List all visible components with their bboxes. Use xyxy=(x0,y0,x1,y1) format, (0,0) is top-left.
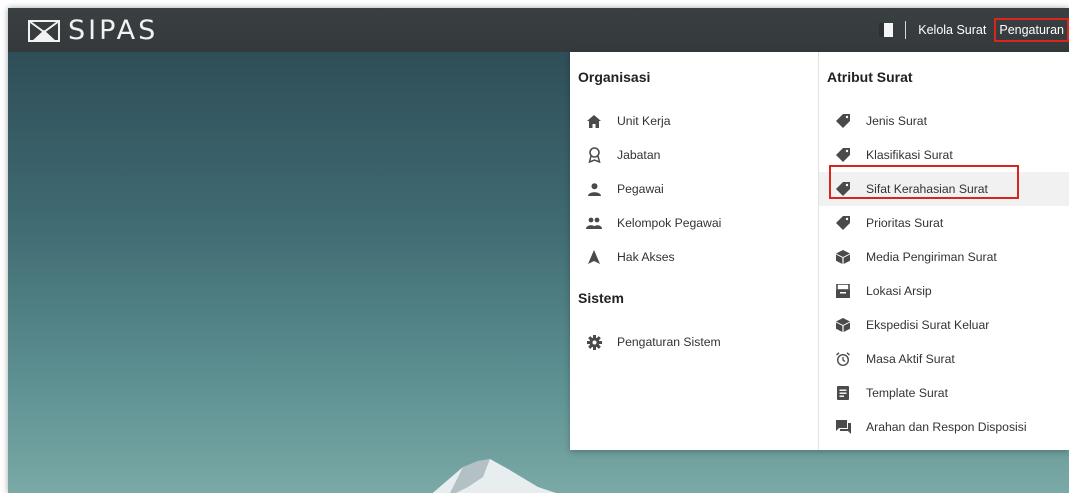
menu-item-label: Unit Kerja xyxy=(617,114,671,128)
navbar-actions: Kelola Surat Pengaturan xyxy=(879,8,1069,52)
menu-item-label: Lokasi Arsip xyxy=(866,284,932,298)
menu-item-media-pengiriman-surat[interactable]: Media Pengiriman Surat xyxy=(819,240,1069,274)
menu-column-right: Atribut Surat Jenis Surat Klasifikasi Su… xyxy=(819,52,1069,450)
menu-item-ekspedisi-surat-keluar[interactable]: Ekspedisi Surat Keluar xyxy=(819,308,1069,342)
person-icon xyxy=(586,181,602,197)
archive-icon xyxy=(835,283,851,299)
gear-icon xyxy=(586,334,602,350)
highlight-box xyxy=(829,165,1019,199)
app-window: SIPAS Kelola Surat Pengaturan Organisasi… xyxy=(8,8,1069,493)
menu-item-arahan-respon-disposisi[interactable]: Arahan dan Respon Disposisi xyxy=(819,410,1069,444)
tag-icon xyxy=(835,147,851,163)
menu-item-label: Masa Aktif Surat xyxy=(866,352,955,366)
chat-icon xyxy=(835,419,851,435)
menu-item-label: Media Pengiriman Surat xyxy=(866,250,997,264)
top-navbar: SIPAS Kelola Surat Pengaturan xyxy=(8,8,1069,52)
alarm-icon xyxy=(835,351,851,367)
mountain-peak xyxy=(432,459,556,493)
menu-item-template-surat[interactable]: Template Surat xyxy=(819,376,1069,410)
document-icon xyxy=(835,385,851,401)
envelope-logo-icon xyxy=(28,20,60,42)
menu-item-pengaturan-sistem[interactable]: Pengaturan Sistem xyxy=(570,325,818,359)
menu-item-label: Ekspedisi Surat Keluar xyxy=(866,318,990,332)
menu-item-label: Prioritas Surat xyxy=(866,216,944,230)
nav-divider xyxy=(905,21,907,39)
nav-kelola-surat[interactable]: Kelola Surat xyxy=(918,23,986,37)
menu-item-lokasi-arsip[interactable]: Lokasi Arsip xyxy=(819,274,1069,308)
menu-item-unit-kerja[interactable]: Unit Kerja xyxy=(570,104,818,138)
menu-item-prioritas-surat[interactable]: Prioritas Surat xyxy=(819,206,1069,240)
menu-column-left: Organisasi Unit Kerja Jabatan Pegawai Ke… xyxy=(570,52,819,450)
tag-icon xyxy=(835,113,851,129)
menu-item-label: Arahan dan Respon Disposisi xyxy=(866,420,1027,434)
menu-item-masa-aktif-surat[interactable]: Masa Aktif Surat xyxy=(819,342,1069,376)
brand-name: SIPAS xyxy=(68,15,159,46)
section-title-atribut-surat: Atribut Surat xyxy=(827,69,913,85)
section-title-organisasi: Organisasi xyxy=(578,69,651,85)
home-icon xyxy=(586,113,602,129)
menu-item-label: Klasifikasi Surat xyxy=(866,148,953,162)
menu-item-jenis-surat[interactable]: Jenis Surat xyxy=(819,104,1069,138)
box-icon xyxy=(835,249,851,265)
menu-item-label: Pegawai xyxy=(617,182,664,196)
menu-item-label: Template Surat xyxy=(866,386,948,400)
menu-item-kelompok-pegawai[interactable]: Kelompok Pegawai xyxy=(570,206,818,240)
award-icon xyxy=(586,147,602,163)
menu-item-pegawai[interactable]: Pegawai xyxy=(570,172,818,206)
nav-pengaturan[interactable]: Pengaturan xyxy=(994,18,1069,42)
menu-item-label: Kelompok Pegawai xyxy=(617,216,722,230)
section-title-sistem: Sistem xyxy=(578,290,624,306)
box-icon xyxy=(835,317,851,333)
menu-item-hak-akses[interactable]: Hak Akses xyxy=(570,240,818,274)
menu-item-label: Jenis Surat xyxy=(866,114,927,128)
group-icon xyxy=(586,215,602,231)
navigation-icon xyxy=(586,249,602,265)
app-logo[interactable]: SIPAS xyxy=(28,15,159,46)
book-icon[interactable] xyxy=(879,23,894,37)
pengaturan-dropdown-menu: Organisasi Unit Kerja Jabatan Pegawai Ke… xyxy=(570,52,1069,450)
menu-item-label: Hak Akses xyxy=(617,250,675,264)
menu-item-label: Pengaturan Sistem xyxy=(617,335,721,349)
menu-item-label: Jabatan xyxy=(617,148,661,162)
menu-item-jabatan[interactable]: Jabatan xyxy=(570,138,818,172)
tag-icon xyxy=(835,215,851,231)
